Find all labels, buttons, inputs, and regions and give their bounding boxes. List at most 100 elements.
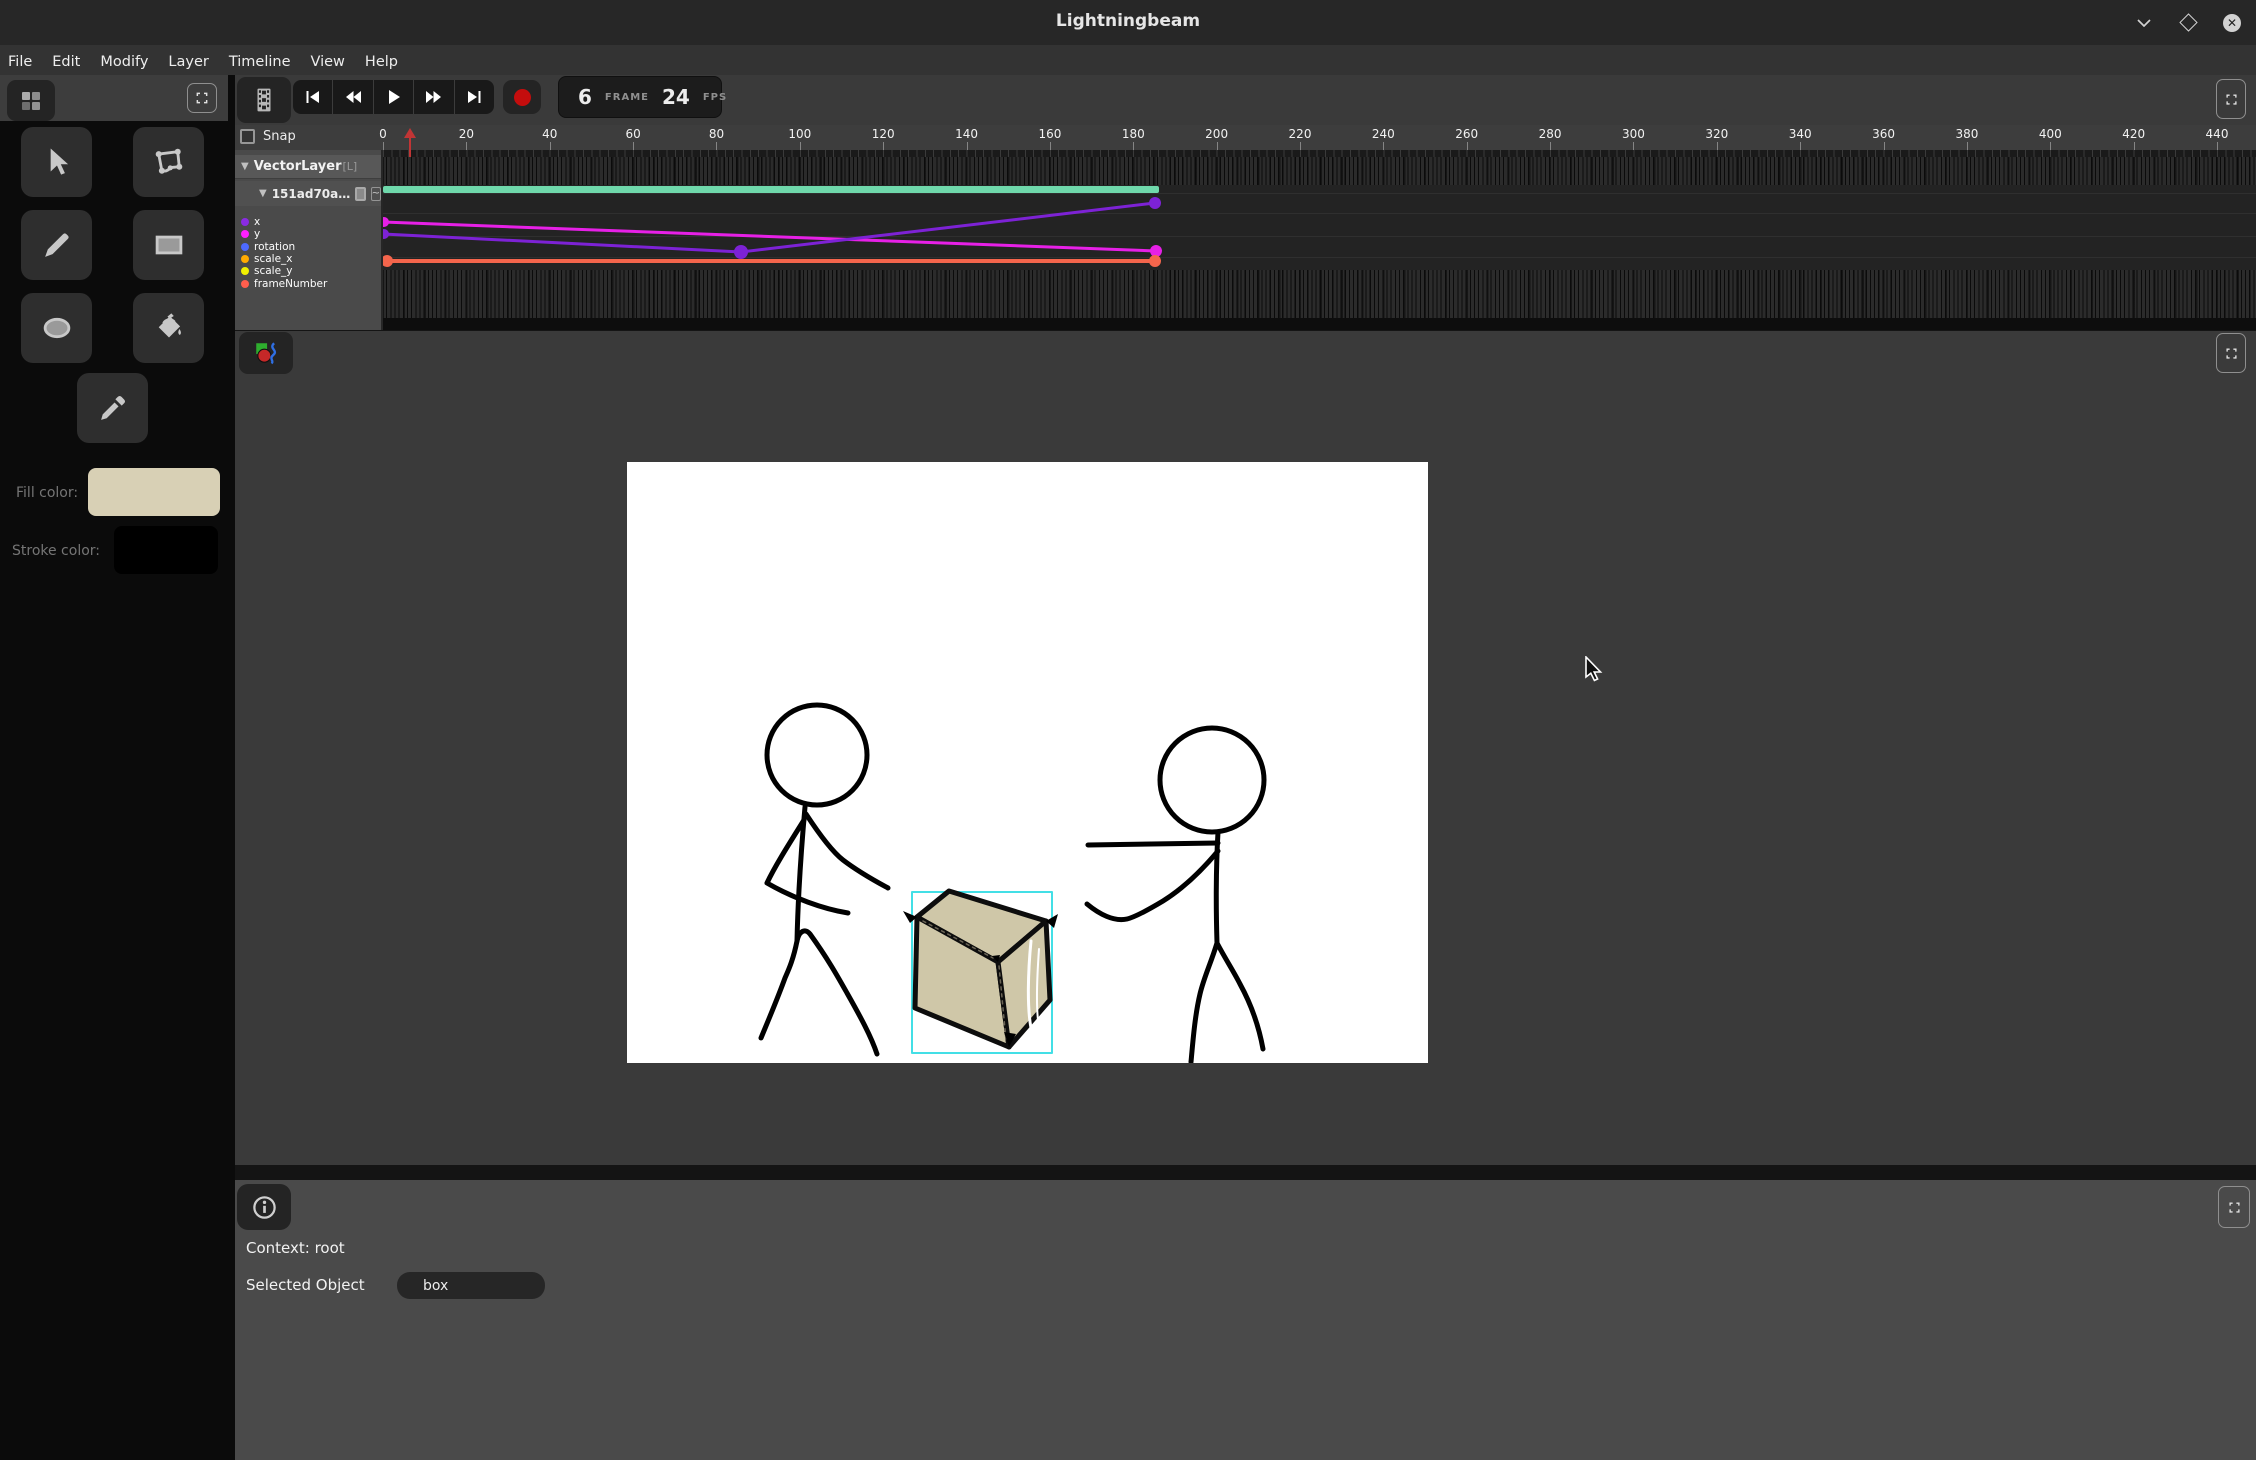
ellipse-tool-button[interactable]: [21, 293, 92, 363]
stroke-color-label: Stroke color:: [12, 543, 100, 559]
keyframe-curve-area[interactable]: [383, 157, 2256, 330]
ruler-major-tick: [1050, 142, 1051, 150]
ruler-major-tick: [967, 142, 968, 150]
layer-row-object[interactable]: ▼ 151ad70a… ~: [235, 181, 381, 206]
pencil-tool-button[interactable]: [21, 210, 92, 280]
fill-color-swatch[interactable]: [88, 468, 220, 516]
collapse-triangle-icon[interactable]: ▼: [259, 188, 267, 199]
canvas-workspace[interactable]: [235, 375, 2256, 1165]
ruler-major-tick: [466, 142, 467, 150]
grid-icon: [18, 89, 44, 113]
ruler-label: 20: [459, 127, 474, 141]
transform-tool-button[interactable]: [133, 127, 204, 197]
menu-modify[interactable]: Modify: [100, 54, 148, 70]
rectangle-tool-button[interactable]: [133, 210, 204, 280]
record-button[interactable]: [503, 80, 541, 114]
expand-icon: [2227, 1200, 2242, 1215]
ruler-major-tick: [1717, 142, 1718, 150]
curve-frameNumber-keyframe[interactable]: [1149, 255, 1161, 267]
sidebar-expand-button[interactable]: [187, 83, 217, 113]
ruler-label: 80: [709, 127, 724, 141]
menu-timeline[interactable]: Timeline: [229, 54, 291, 70]
layer-extent-bar[interactable]: [383, 186, 1159, 193]
play-button[interactable]: [374, 80, 414, 114]
playhead[interactable]: [404, 128, 416, 158]
info-panel-button[interactable]: [237, 1184, 291, 1230]
curve-frameNumber-keyframe[interactable]: [383, 255, 393, 267]
minimize-chevron-icon[interactable]: [2134, 13, 2154, 33]
track-y[interactable]: y: [241, 228, 381, 240]
layer-swatch-button[interactable]: [355, 187, 365, 201]
maximize-diamond-icon[interactable]: [2178, 13, 2198, 33]
layer-curve-toggle-button[interactable]: ~: [371, 187, 381, 201]
ruler-major-tick: [633, 142, 634, 150]
canvas-panel-header: [235, 331, 2256, 375]
figure1-leg-back[interactable]: [761, 941, 797, 1038]
curve-x-keyframe[interactable]: [1149, 197, 1161, 209]
menu-edit[interactable]: Edit: [52, 54, 80, 70]
eyedropper-tool-button[interactable]: [77, 373, 148, 443]
go-to-end-button[interactable]: [455, 80, 494, 114]
object-layer-name: 151ad70a…: [272, 187, 351, 201]
figure2-arm-straight[interactable]: [1088, 843, 1218, 845]
info-expand-button[interactable]: [2218, 1186, 2250, 1228]
ruler-label: 360: [1872, 127, 1895, 141]
paint-bucket-tool-button[interactable]: [133, 293, 204, 363]
ruler-major-tick: [800, 142, 801, 150]
ruler-major-tick: [1967, 142, 1968, 150]
fast-forward-button[interactable]: [414, 80, 454, 114]
timeline-expand-button[interactable]: [2216, 79, 2246, 119]
track-frameNumber[interactable]: frameNumber: [241, 277, 381, 289]
ruler-major-tick: [2050, 142, 2051, 150]
ruler-label: 120: [872, 127, 895, 141]
menu-file[interactable]: File: [8, 54, 32, 70]
ruler-label: 420: [2122, 127, 2145, 141]
timeline-ruler[interactable]: Snap 02040608010012014016018020022024026…: [235, 125, 2256, 150]
menu-view[interactable]: View: [311, 54, 345, 70]
rewind-button[interactable]: [333, 80, 373, 114]
figure2-head[interactable]: [1160, 728, 1264, 832]
track-color-dot: [241, 243, 249, 251]
track-x[interactable]: x: [241, 216, 381, 228]
track-rotation[interactable]: rotation: [241, 241, 381, 253]
timeline-panel-button[interactable]: [237, 77, 291, 123]
figure1-head[interactable]: [767, 705, 867, 805]
stroke-color-swatch[interactable]: [114, 526, 218, 574]
figure2-leg-right[interactable]: [1217, 943, 1263, 1049]
figure2-arm-curved[interactable]: [1087, 851, 1218, 920]
panel-grid-button[interactable]: [7, 80, 55, 121]
layer-panel: ▼ VectorLayer [L] ▼ 151ad70a… ~ xyrotati…: [235, 150, 383, 330]
canvas-panel-button[interactable]: [239, 332, 293, 374]
figure1-leg-front[interactable]: [797, 931, 877, 1054]
snap-checkbox[interactable]: [240, 129, 255, 144]
menu-help[interactable]: Help: [365, 54, 398, 70]
collapse-triangle-icon[interactable]: ▼: [241, 161, 249, 172]
ruler-label: 380: [1955, 127, 1978, 141]
curve-x-keyframe[interactable]: [734, 245, 748, 259]
ruler-major-tick: [1300, 142, 1301, 150]
menu-layer[interactable]: Layer: [168, 54, 208, 70]
info-icon: [251, 1194, 278, 1221]
curve-y[interactable]: [383, 222, 1156, 251]
expand-icon: [2224, 92, 2239, 107]
track-scale_y[interactable]: scale_y: [241, 265, 381, 277]
fill-color-label: Fill color:: [16, 485, 78, 501]
close-circle-icon[interactable]: ✕: [2222, 13, 2242, 33]
curve-y-keyframe[interactable]: [383, 217, 389, 227]
window-controls: ✕: [2134, 0, 2242, 45]
curve-x-keyframe[interactable]: [383, 229, 389, 239]
select-tool-button[interactable]: [21, 127, 92, 197]
figure1-arm-back[interactable]: [767, 820, 848, 913]
track-scale_x[interactable]: scale_x: [241, 253, 381, 265]
layer-row-vectorlayer[interactable]: ▼ VectorLayer [L]: [235, 155, 381, 179]
stage[interactable]: [627, 462, 1428, 1063]
tool-sidebar: Fill color: Stroke color:: [0, 75, 235, 1460]
go-to-start-button[interactable]: [293, 80, 333, 114]
figure2-leg-left[interactable]: [1191, 943, 1217, 1062]
context-text: Context: root: [246, 1239, 345, 1257]
ruler-label: 340: [1789, 127, 1812, 141]
canvas-expand-button[interactable]: [2216, 333, 2246, 373]
selected-object-input[interactable]: box: [397, 1272, 545, 1299]
keyframe-curves: [383, 157, 2256, 330]
figure1-arm-front[interactable]: [806, 814, 888, 888]
